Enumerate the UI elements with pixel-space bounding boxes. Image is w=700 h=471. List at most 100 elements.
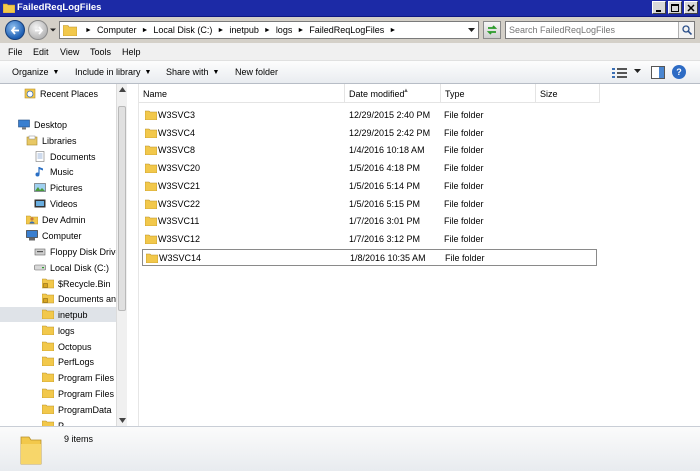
new-folder-label: New folder (235, 67, 279, 77)
back-button[interactable] (5, 20, 25, 40)
breadcrumb-separator[interactable]: ► (389, 27, 396, 34)
nav-item-local-disk-c[interactable]: Local Disk (C:) (34, 260, 109, 275)
include-in-library-label: Include in library (75, 67, 141, 77)
search-box[interactable] (505, 21, 695, 39)
nav-item-documents[interactable]: Documents (34, 149, 96, 164)
nav-item-libraries[interactable]: Libraries (26, 133, 77, 148)
breadcrumb-separator[interactable]: ► (297, 27, 304, 34)
nav-item-music[interactable]: Music (34, 164, 74, 179)
file-date: 1/5/2016 4:18 PM (349, 163, 421, 174)
nav-item-recycle-bin[interactable]: $Recycle.Bin (41, 276, 111, 291)
nav-item-desktop[interactable]: Desktop (18, 117, 67, 132)
search-input[interactable] (509, 23, 674, 37)
change-view-icon[interactable] (610, 66, 632, 79)
nav-item-documents-and[interactable]: Documents and (41, 291, 122, 306)
file-row[interactable]: W3SVC8 1/4/2016 10:18 AM File folder (142, 142, 597, 159)
desktop-icon (18, 119, 30, 130)
nav-item-program-files[interactable]: Program Files ( (41, 386, 120, 401)
column-name-label: Name (143, 89, 168, 99)
window-title: FailedReqLogFiles (17, 2, 102, 13)
file-row[interactable]: W3SVC20 1/5/2016 4:18 PM File folder (142, 160, 597, 177)
folder-icon (144, 181, 158, 192)
forward-button[interactable] (28, 20, 48, 40)
breadcrumb-computer[interactable]: Computer (97, 25, 137, 35)
address-dropdown-icon[interactable] (468, 28, 475, 33)
nav-item-p[interactable]: P (41, 418, 64, 426)
file-row[interactable]: W3SVC14 1/8/2016 10:35 AM File folder (142, 248, 597, 266)
nav-item-label: PerfLogs (58, 356, 95, 367)
breadcrumb-separator[interactable]: ► (85, 27, 92, 34)
nav-item-floppy-disk-drive[interactable]: Floppy Disk Drive (34, 244, 121, 259)
nav-item-label: Documents and (58, 293, 122, 304)
preview-pane-icon[interactable] (651, 66, 665, 79)
folder-icon (144, 145, 158, 156)
breadcrumb: ► Computer ► Local Disk (C:) ► inetpub ►… (80, 25, 401, 35)
file-name: W3SVC8 (158, 145, 196, 156)
share-with-button[interactable]: Share with ▼ (166, 67, 219, 77)
file-row[interactable]: W3SVC11 1/7/2016 3:01 PM File folder (142, 213, 597, 230)
file-row[interactable]: W3SVC21 1/5/2016 5:14 PM File folder (142, 178, 597, 195)
nav-item-octopus[interactable]: Octopus (41, 339, 92, 354)
search-icon[interactable] (678, 22, 694, 38)
file-name: W3SVC14 (159, 252, 202, 263)
include-in-library-button[interactable]: Include in library ▼ (75, 67, 151, 77)
maximize-button[interactable] (668, 1, 682, 14)
breadcrumb-separator[interactable]: ► (141, 27, 148, 34)
view-dropdown-icon[interactable] (634, 69, 641, 74)
nav-item-logs[interactable]: logs (41, 323, 75, 338)
column-header-date[interactable]: Date modified ▲ (345, 84, 441, 103)
scroll-thumb[interactable] (118, 106, 126, 311)
breadcrumb-inetpub[interactable]: inetpub (229, 25, 259, 35)
new-folder-button[interactable]: New folder (235, 67, 278, 77)
file-row[interactable]: W3SVC22 1/5/2016 5:15 PM File folder (142, 196, 597, 213)
nav-item-recent-places[interactable]: Recent Places (24, 86, 98, 101)
nav-item-inetpub[interactable]: inetpub (0, 307, 116, 322)
menu-file[interactable]: File (8, 47, 23, 57)
nav-item-label: Computer (42, 230, 82, 241)
scroll-up-icon[interactable] (119, 87, 126, 92)
column-size-label: Size (540, 89, 558, 99)
scroll-down-icon[interactable] (119, 418, 126, 423)
nav-scrollbar[interactable] (116, 84, 127, 426)
refresh-button[interactable] (483, 21, 501, 39)
menu-edit[interactable]: Edit (33, 47, 49, 57)
nav-item-label: Desktop (34, 119, 68, 130)
nav-item-program-files[interactable]: Program Files (41, 370, 114, 385)
nav-item-pictures[interactable]: Pictures (34, 180, 83, 195)
minimize-button[interactable] (652, 1, 666, 14)
menu-view[interactable]: View (60, 47, 79, 57)
nav-item-dev-admin[interactable]: Dev Admin (25, 212, 86, 227)
close-button[interactable] (684, 1, 698, 14)
nav-item-label: $Recycle.Bin (58, 278, 111, 289)
file-row[interactable]: W3SVC12 1/7/2016 3:12 PM File folder (142, 231, 597, 248)
folder-icon (20, 436, 42, 465)
nav-item-label: Documents (50, 151, 96, 162)
breadcrumb-separator[interactable]: ► (217, 27, 224, 34)
file-type: File folder (444, 233, 484, 244)
recent-places-icon (24, 88, 36, 99)
pane-splitter[interactable] (127, 84, 139, 426)
file-date: 12/29/2015 2:40 PM (349, 110, 431, 120)
folder-icon (144, 216, 158, 227)
column-header-size[interactable]: Size (536, 84, 600, 103)
help-button[interactable]: ? (672, 65, 686, 79)
breadcrumb-logs[interactable]: logs (276, 25, 293, 35)
nav-item-computer[interactable]: Computer (26, 228, 82, 243)
column-header-type[interactable]: Type (441, 84, 536, 103)
column-header-name[interactable]: Name (139, 84, 345, 103)
recent-pages-dropdown[interactable] (49, 26, 57, 34)
folder-icon (41, 356, 55, 367)
nav-item-programdata[interactable]: ProgramData (41, 402, 112, 417)
file-row[interactable]: W3SVC4 12/29/2015 2:42 PM File folder (142, 125, 597, 142)
organize-button[interactable]: Organize ▼ (12, 67, 59, 77)
breadcrumb-failedreqlogfiles[interactable]: FailedReqLogFiles (309, 25, 384, 35)
file-row[interactable]: W3SVC3 12/29/2015 2:40 PM File folder (142, 107, 597, 124)
menu-tools[interactable]: Tools (90, 47, 111, 57)
breadcrumb-separator[interactable]: ► (264, 27, 271, 34)
breadcrumb-local-disk[interactable]: Local Disk (C:) (153, 25, 212, 35)
folder-icon (63, 25, 77, 36)
address-bar[interactable]: ► Computer ► Local Disk (C:) ► inetpub ►… (59, 21, 479, 39)
nav-item-perflogs[interactable]: PerfLogs (41, 354, 95, 369)
nav-item-videos[interactable]: Videos (34, 196, 77, 211)
menu-help[interactable]: Help (122, 47, 141, 57)
